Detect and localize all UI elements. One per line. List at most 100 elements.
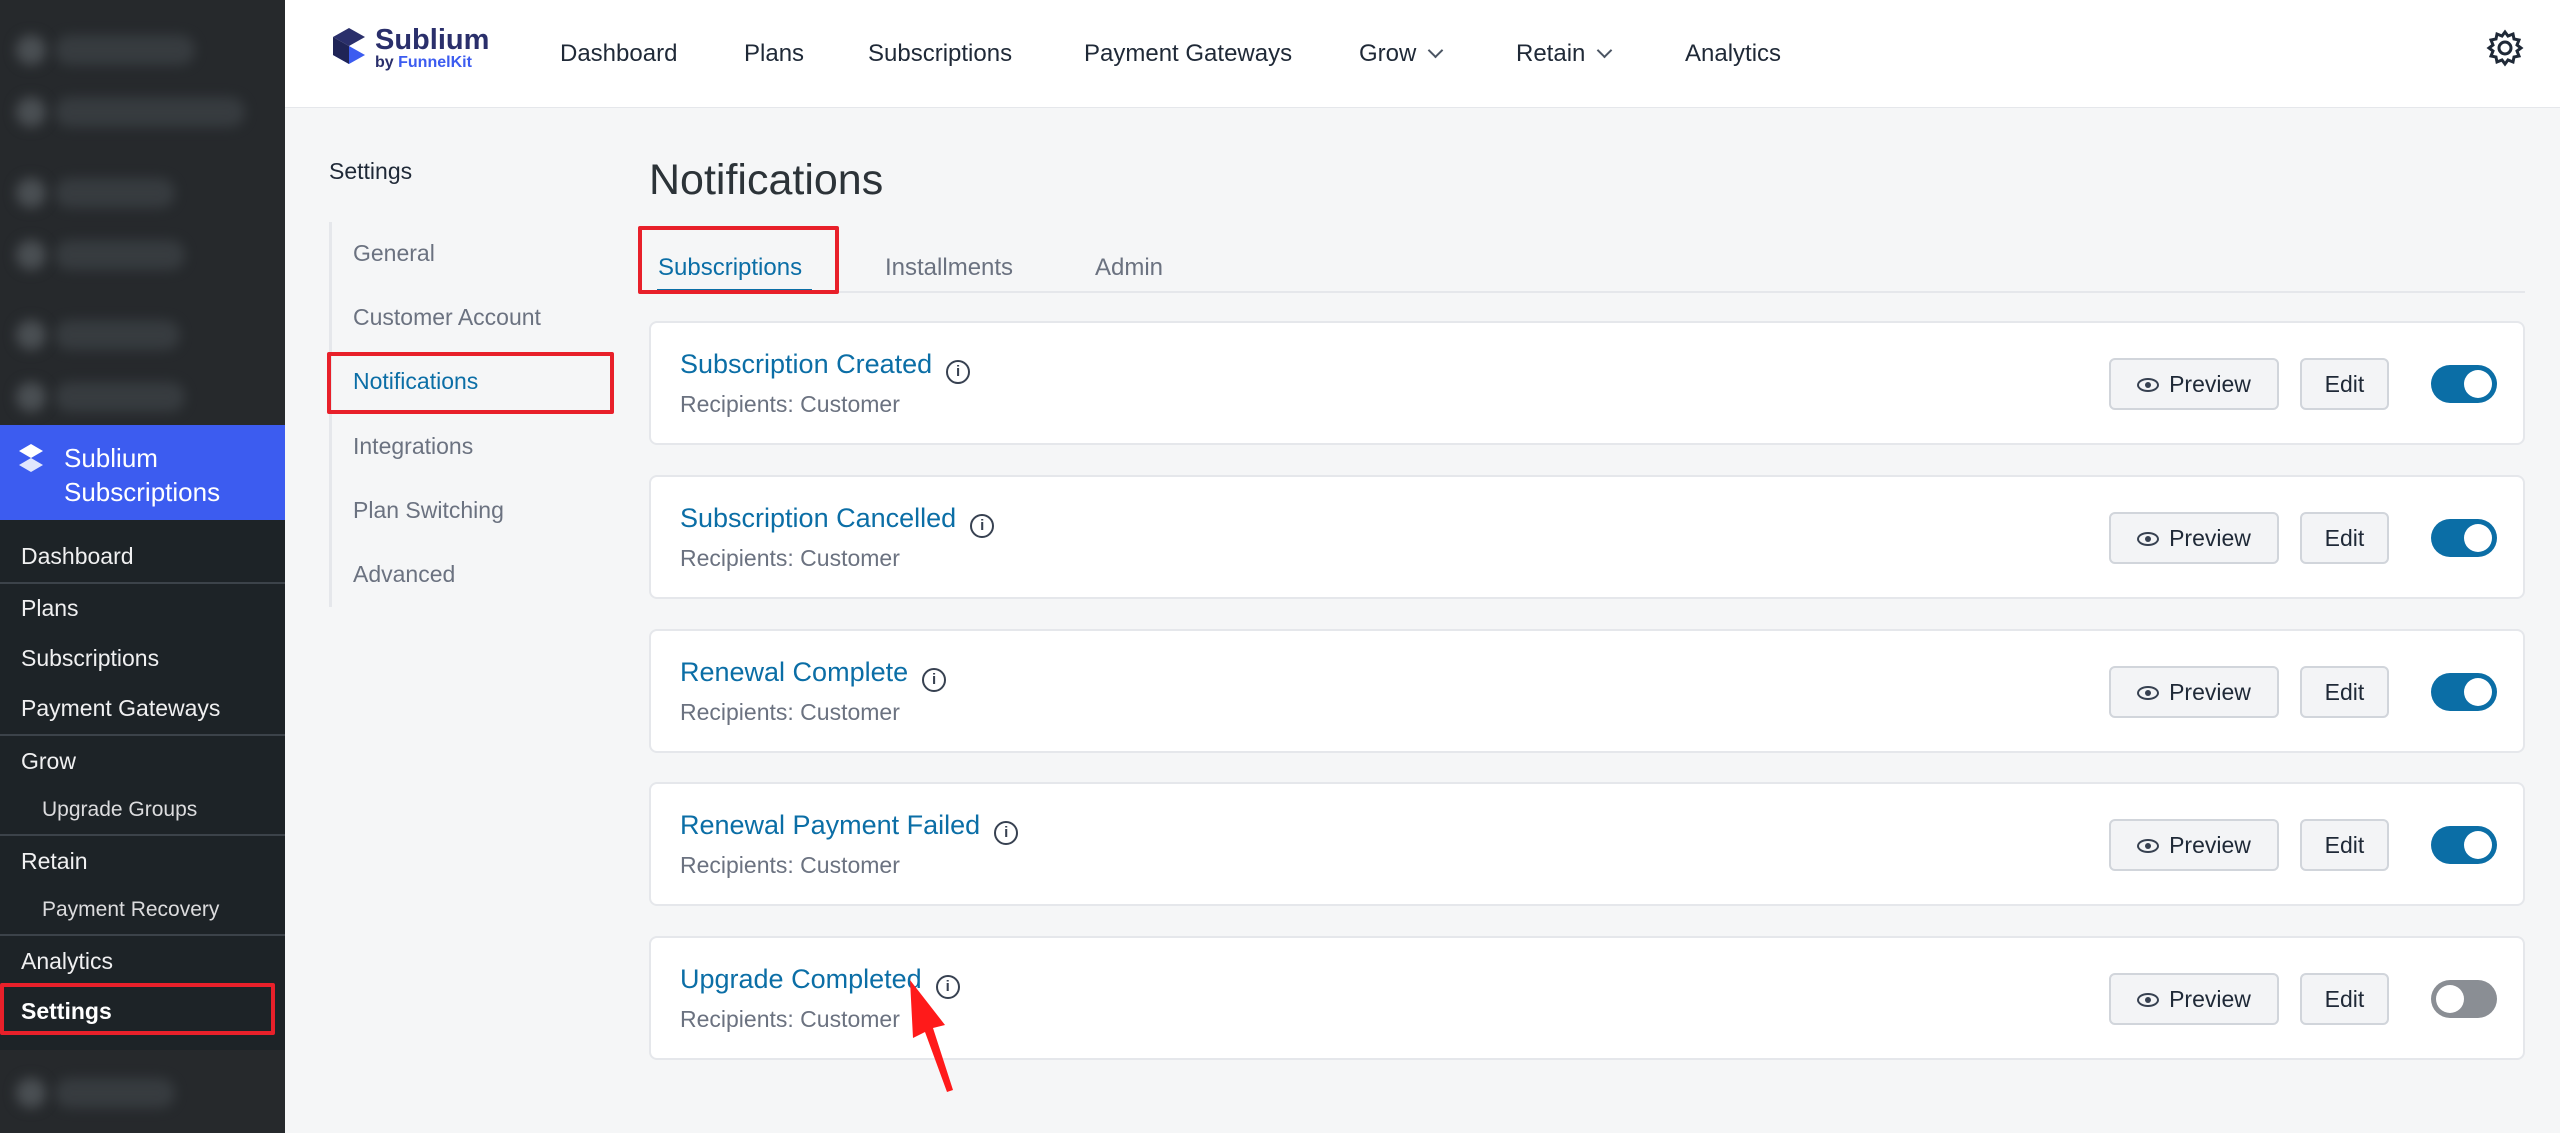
tab-admin[interactable]: Admin (1095, 254, 1163, 282)
notification-title-text: Renewal Payment Failed (680, 810, 981, 840)
notification-recipients: Recipients: Customer (680, 391, 900, 417)
tab-installments[interactable]: Installments (885, 254, 1013, 282)
nav-retain[interactable]: Retain (1516, 40, 1613, 68)
sublium-logo-icon (19, 444, 43, 472)
brand-by: by (375, 54, 399, 71)
edit-button[interactable]: Edit (2300, 358, 2389, 410)
settings-nav-plan-switching[interactable]: Plan Switching (353, 497, 504, 524)
eye-icon (2137, 686, 2160, 700)
nav-analytics[interactable]: Analytics (1685, 40, 1781, 68)
wp-menu-dashboard[interactable]: Dashboard (0, 543, 285, 570)
wp-menu-upgrade-groups[interactable]: Upgrade Groups (0, 798, 285, 822)
notification-title-text: Subscription Created (680, 349, 933, 379)
notification-card: Subscription Cancelled i Recipients: Cust… (649, 475, 2525, 599)
enable-toggle[interactable] (2431, 826, 2497, 864)
brand-logo[interactable]: Sublium by FunnelKit (331, 24, 501, 76)
eye-icon (2137, 378, 2160, 392)
wp-menu-retain[interactable]: Retain (0, 848, 285, 875)
edit-button[interactable]: Edit (2300, 819, 2389, 871)
top-navigation-bar: Sublium by FunnelKit Dashboard Plans Sub… (285, 0, 2560, 108)
brand-funnelkit: FunnelKit (398, 54, 472, 71)
preview-button-label: Preview (2169, 832, 2251, 858)
chevron-down-icon (1428, 42, 1444, 59)
notification-recipients: Recipients: Customer (680, 699, 900, 725)
wp-menu-analytics[interactable]: Analytics (0, 948, 285, 975)
preview-button[interactable]: Preview (2109, 358, 2279, 410)
plugin-menu-title: Sublium Subscriptions (64, 443, 221, 507)
gear-icon[interactable] (2485, 28, 2525, 68)
nav-subscriptions[interactable]: Subscriptions (868, 40, 1012, 68)
nav-payment-gateways[interactable]: Payment Gateways (1084, 40, 1292, 68)
notification-title-text: Subscription Cancelled (680, 503, 957, 533)
edit-button[interactable]: Edit (2300, 512, 2389, 564)
blurred-menu-region (0, 1050, 285, 1133)
wp-menu-plans[interactable]: Plans (0, 595, 285, 622)
preview-button[interactable]: Preview (2109, 512, 2279, 564)
enable-toggle[interactable] (2431, 673, 2497, 711)
nav-grow-label: Grow (1359, 40, 1417, 67)
notification-card: Renewal Payment Failed i Recipients: Cust… (649, 782, 2525, 906)
notification-card: Subscription Created i Recipients: Custom… (649, 321, 2525, 445)
nav-dashboard[interactable]: Dashboard (560, 40, 677, 68)
brand-name: Sublium (375, 24, 490, 56)
enable-toggle[interactable] (2431, 365, 2497, 403)
eye-icon (2137, 993, 2160, 1007)
enable-toggle[interactable] (2431, 519, 2497, 557)
nav-plans[interactable]: Plans (744, 40, 804, 68)
settings-nav-customer-account[interactable]: Customer Account (353, 304, 541, 331)
sublium-logo-icon (333, 28, 365, 64)
notification-title[interactable]: Renewal Complete i (680, 657, 947, 692)
highlight-box-subscriptions-tab (638, 226, 839, 294)
edit-button[interactable]: Edit (2300, 666, 2389, 718)
notification-title-text: Upgrade Completed (680, 964, 922, 994)
eye-icon (2137, 839, 2160, 853)
settings-nav-advanced[interactable]: Advanced (353, 561, 455, 588)
brand-byline: by FunnelKit (375, 54, 472, 72)
settings-nav-integrations[interactable]: Integrations (353, 433, 473, 460)
highlight-box-settings (0, 983, 275, 1035)
blurred-menu-region (0, 0, 285, 425)
wp-menu-payment-gateways[interactable]: Payment Gateways (0, 695, 285, 722)
preview-button[interactable]: Preview (2109, 666, 2279, 718)
notification-title[interactable]: Subscription Created i (680, 349, 971, 384)
info-icon[interactable]: i (946, 360, 971, 384)
settings-nav-general[interactable]: General (353, 240, 435, 267)
chevron-down-icon (1597, 42, 1613, 59)
notification-recipients: Recipients: Customer (680, 1006, 900, 1032)
notification-title[interactable]: Subscription Cancelled i (680, 503, 995, 538)
preview-button[interactable]: Preview (2109, 973, 2279, 1025)
preview-button-label: Preview (2169, 371, 2251, 397)
info-icon[interactable]: i (994, 821, 1019, 845)
notification-title-text: Renewal Complete (680, 657, 909, 687)
notification-recipients: Recipients: Customer (680, 545, 900, 571)
info-icon[interactable]: i (970, 514, 995, 538)
notification-title[interactable]: Renewal Payment Failed i (680, 810, 1019, 845)
notification-recipients: Recipients: Customer (680, 852, 900, 878)
preview-button-label: Preview (2169, 679, 2251, 705)
divider (0, 734, 285, 736)
annotation-arrow-icon (910, 980, 953, 1092)
divider (0, 934, 285, 936)
eye-icon (2137, 532, 2160, 546)
plugin-menu-header[interactable]: Sublium Subscriptions (0, 425, 285, 520)
divider (0, 834, 285, 836)
nav-grow[interactable]: Grow (1359, 40, 1444, 68)
page-title: Notifications (649, 156, 884, 204)
edit-button[interactable]: Edit (2300, 973, 2389, 1025)
divider (0, 582, 285, 584)
preview-button[interactable]: Preview (2109, 819, 2279, 871)
highlight-box-notifications (327, 352, 614, 414)
notification-card: Renewal Complete i Recipients: Customer P… (649, 629, 2525, 753)
settings-nav-rail (329, 222, 332, 607)
info-icon[interactable]: i (922, 668, 947, 692)
preview-button-label: Preview (2169, 525, 2251, 551)
preview-button-label: Preview (2169, 986, 2251, 1012)
tab-bar-divider (649, 291, 2525, 293)
enable-toggle[interactable] (2431, 980, 2497, 1018)
settings-heading: Settings (329, 158, 413, 184)
wp-admin-sidebar: Sublium Subscriptions Dashboard Plans Su… (0, 0, 285, 1133)
nav-retain-label: Retain (1516, 40, 1586, 67)
wp-menu-grow[interactable]: Grow (0, 748, 285, 775)
wp-menu-subscriptions[interactable]: Subscriptions (0, 645, 285, 672)
wp-menu-payment-recovery[interactable]: Payment Recovery (0, 898, 285, 922)
